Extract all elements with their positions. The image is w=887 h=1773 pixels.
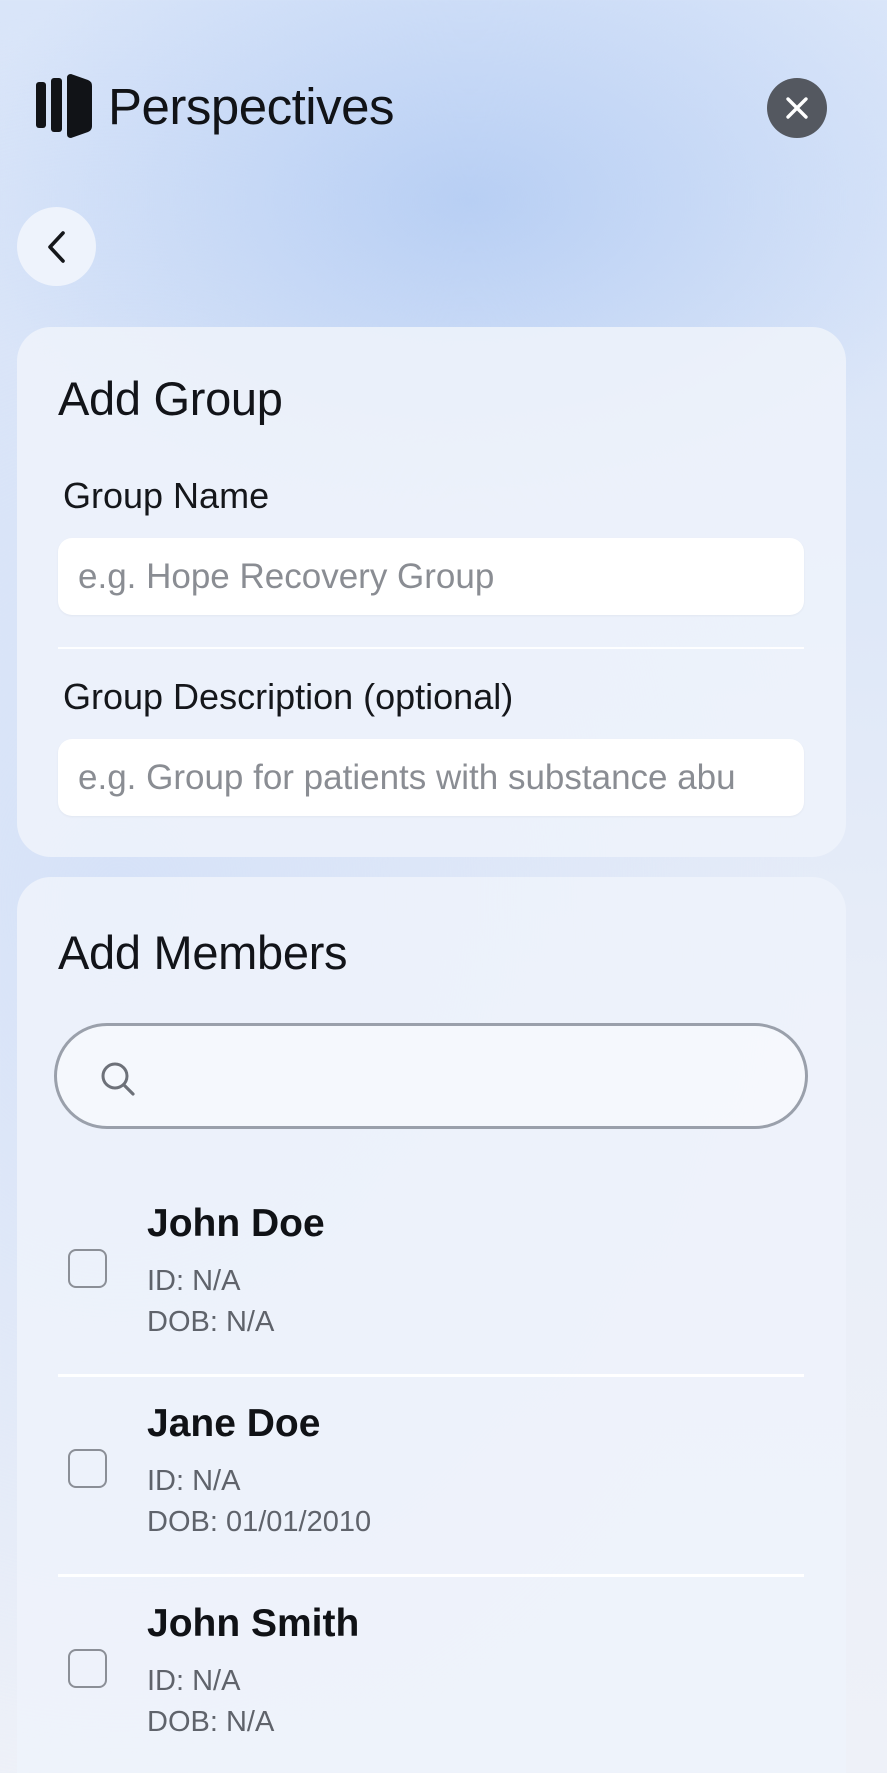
back-button[interactable] bbox=[17, 207, 96, 286]
member-dob: DOB: 01/01/2010 bbox=[147, 1506, 372, 1538]
chevron-left-icon bbox=[47, 230, 65, 263]
close-icon bbox=[786, 97, 808, 119]
member-name: John Doe bbox=[147, 1202, 325, 1245]
member-row[interactable]: John Doe ID: N/A DOB: N/A bbox=[17, 1177, 846, 1377]
member-name: John Smith bbox=[147, 1602, 360, 1645]
app-title: Perspectives bbox=[108, 77, 394, 135]
member-search-input[interactable] bbox=[157, 1026, 787, 1126]
app-logo: Perspectives bbox=[36, 74, 394, 138]
group-name-label: Group Name bbox=[63, 475, 270, 516]
member-row[interactable]: John Smith ID: N/A DOB: N/A bbox=[17, 1577, 846, 1773]
add-group-title: Add Group bbox=[58, 372, 283, 425]
add-members-title: Add Members bbox=[58, 926, 348, 979]
member-list: John Doe ID: N/A DOB: N/A Jane Doe ID: N… bbox=[17, 1177, 846, 1773]
member-row[interactable]: Jane Doe ID: N/A DOB: 01/01/2010 bbox=[17, 1377, 846, 1577]
member-checkbox[interactable] bbox=[68, 1249, 107, 1288]
member-id: ID: N/A bbox=[147, 1465, 241, 1497]
app-header: Perspectives bbox=[0, 0, 887, 200]
group-name-input[interactable] bbox=[58, 538, 804, 615]
field-divider bbox=[58, 647, 804, 649]
close-button[interactable] bbox=[767, 78, 827, 138]
member-search-box[interactable] bbox=[54, 1023, 808, 1129]
member-id: ID: N/A bbox=[147, 1265, 241, 1297]
group-description-label: Group Description (optional) bbox=[63, 676, 514, 717]
member-dob: DOB: N/A bbox=[147, 1306, 275, 1338]
member-checkbox[interactable] bbox=[68, 1649, 107, 1688]
add-group-card: Add Group Group Name Group Description (… bbox=[17, 327, 846, 857]
search-icon bbox=[101, 1062, 135, 1096]
perspectives-logo-icon bbox=[36, 74, 92, 138]
add-members-card: Add Members John Doe ID: N/A DOB: N/A Ja… bbox=[17, 877, 846, 1773]
member-checkbox[interactable] bbox=[68, 1449, 107, 1488]
group-description-input[interactable] bbox=[58, 739, 804, 816]
member-name: Jane Doe bbox=[147, 1402, 321, 1445]
member-dob: DOB: N/A bbox=[147, 1706, 275, 1738]
member-id: ID: N/A bbox=[147, 1665, 241, 1697]
